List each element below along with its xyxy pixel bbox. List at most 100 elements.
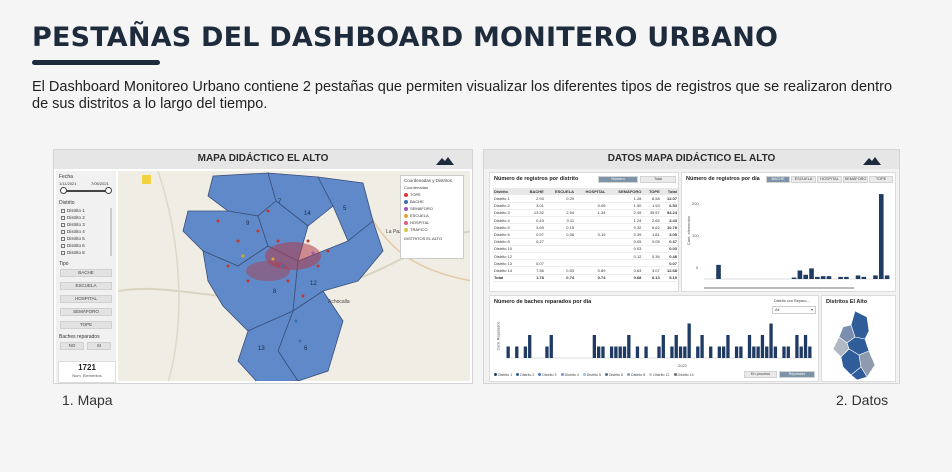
bar[interactable] [884, 275, 890, 279]
table-row[interactable]: Distrito 4 0.43 0.11 1.24 2.65 4.43 [493, 216, 678, 225]
table-row[interactable]: Distrito 13 0.07 0.07 [493, 259, 678, 268]
bar[interactable] [696, 346, 700, 359]
bar[interactable] [674, 335, 678, 358]
legend-item[interactable]: Distrito 3 [538, 373, 557, 377]
bar[interactable] [601, 346, 605, 359]
bar[interactable] [803, 335, 808, 358]
bar[interactable] [747, 335, 752, 358]
bar[interactable] [523, 346, 528, 359]
table-row[interactable]: Distrito 3 13.32 2.54 1.34 2.49 35.57 54.24 [493, 209, 678, 218]
day-chart-scrollbar[interactable] [704, 287, 854, 289]
bar[interactable] [700, 335, 704, 358]
bar[interactable] [760, 335, 765, 358]
type-button-tope[interactable]: TOPE [60, 321, 112, 329]
type-button-semaforo[interactable]: SEMÁFORO [60, 308, 112, 316]
bar[interactable] [687, 323, 691, 359]
bar[interactable] [644, 346, 648, 359]
table-row[interactable]: Distrito 1 2.93 0.29 1.28 8.58 12.07 [493, 195, 678, 203]
legend-item[interactable]: SEMÁFORO [404, 206, 460, 211]
bar[interactable] [844, 276, 849, 279]
table-row[interactable]: Distrito 8 0.27 0.05 0.05 0.37 [493, 238, 678, 246]
district-checkbox[interactable]: Distrito 8 [61, 250, 85, 255]
legend-item[interactable]: Distrito 1 [494, 373, 512, 377]
district-checkbox[interactable]: Distrito 2 [61, 215, 85, 220]
bar[interactable] [861, 276, 867, 279]
bar[interactable] [709, 346, 713, 359]
filter-semaforo[interactable]: SEMÁFORO [843, 176, 868, 183]
filter-escuela[interactable]: ESCUELA [791, 176, 816, 183]
bar[interactable] [726, 335, 730, 358]
bar[interactable] [618, 346, 622, 359]
bar[interactable] [739, 346, 743, 359]
bar[interactable] [670, 346, 674, 359]
date-slider-handle-start[interactable] [60, 187, 67, 194]
legend-item[interactable]: Distrito 12 [649, 373, 670, 377]
day-chart-svg[interactable] [704, 187, 894, 287]
bar[interactable] [820, 276, 826, 279]
bar[interactable] [799, 346, 803, 359]
bar[interactable] [614, 346, 618, 359]
district-checkbox[interactable]: Distrito 1 [61, 208, 85, 213]
filter-hospital[interactable]: HOSPITAL [817, 176, 842, 183]
bar[interactable] [515, 346, 519, 359]
type-button-hospital[interactable]: HOSPITAL [60, 295, 112, 303]
table-row[interactable]: Total 1.78 0.74 0.74 0.68 6.13 5.19 [493, 273, 678, 282]
bar[interactable] [808, 346, 812, 359]
filter-tope[interactable]: TOPE [869, 176, 893, 183]
date-range-slider[interactable] [62, 190, 110, 192]
bar[interactable] [717, 346, 721, 359]
legend-item[interactable]: ESCUELA [404, 213, 460, 218]
bar[interactable] [765, 346, 769, 359]
bar[interactable] [528, 335, 532, 358]
table-row[interactable]: Distrito 2 3.01 0.06 1.50 1.93 6.53 [493, 202, 678, 210]
legend-item[interactable]: Distrito 4 [560, 373, 579, 377]
bar[interactable] [609, 346, 614, 359]
bar[interactable] [826, 276, 832, 279]
bar[interactable] [803, 274, 809, 279]
bar[interactable] [716, 264, 721, 279]
bar[interactable] [622, 346, 627, 359]
bar[interactable] [661, 335, 665, 358]
table-row[interactable]: Distrito 10 0.03 0.03 [493, 245, 678, 254]
repaired-button-si[interactable]: SI [87, 342, 111, 350]
legend-item[interactable]: HOSPITAL [404, 220, 460, 225]
bar[interactable] [657, 346, 661, 359]
repaired-button-no[interactable]: NO [60, 342, 84, 350]
bar[interactable] [873, 275, 878, 279]
bar[interactable] [786, 346, 790, 359]
legend-item[interactable]: Distrito 14 [673, 373, 694, 377]
legend-item[interactable]: Distrito 6 [604, 373, 623, 377]
bar[interactable] [791, 277, 797, 279]
bar[interactable] [678, 346, 683, 359]
type-button-escuela[interactable]: ESCUELA [60, 282, 112, 290]
district-checkbox[interactable]: Distrito 4 [61, 229, 85, 234]
district-map[interactable]: 7 14 9 5 8 12 13 6 La Paz Achocalla Coor… [118, 171, 470, 381]
bar[interactable] [878, 194, 884, 279]
legend-item[interactable]: BACHE [404, 199, 460, 204]
legend-item[interactable]: TOPE [404, 192, 460, 197]
legend-item[interactable]: Distrito 2 [516, 373, 534, 377]
bar[interactable] [545, 346, 549, 359]
bar[interactable] [506, 346, 510, 359]
date-slider-handle-end[interactable] [105, 187, 112, 194]
bar[interactable] [752, 346, 756, 359]
filter-bache[interactable]: BACHE [766, 176, 790, 183]
bar[interactable] [635, 346, 640, 359]
legend-item[interactable]: TRÁFICO [404, 227, 460, 232]
bar[interactable] [549, 335, 553, 358]
bar[interactable] [838, 276, 843, 279]
table-row[interactable]: Distrito 6 0.97 0.06 0.19 0.39 1.81 3.05 [493, 230, 678, 239]
district-checkbox[interactable]: Distrito 5 [61, 236, 85, 241]
type-button-bache[interactable]: BACHE [60, 269, 112, 277]
bar[interactable] [769, 323, 773, 359]
status-button-en-proceso[interactable]: En proceso [744, 371, 777, 378]
legend-item[interactable]: Distrito 8 [627, 373, 645, 377]
bar[interactable] [795, 335, 799, 358]
bar[interactable] [721, 346, 726, 359]
table-row[interactable]: Distrito 14 7.56 0.53 0.89 0.63 3.07 12.68 [493, 266, 678, 275]
bar[interactable] [592, 335, 597, 358]
mini-district-map[interactable] [825, 309, 895, 381]
legend-item[interactable]: Distrito 5 [582, 373, 601, 377]
table-row[interactable]: Distrito 12 0.12 0.36 0.48 [493, 252, 678, 261]
bar[interactable] [683, 346, 687, 359]
